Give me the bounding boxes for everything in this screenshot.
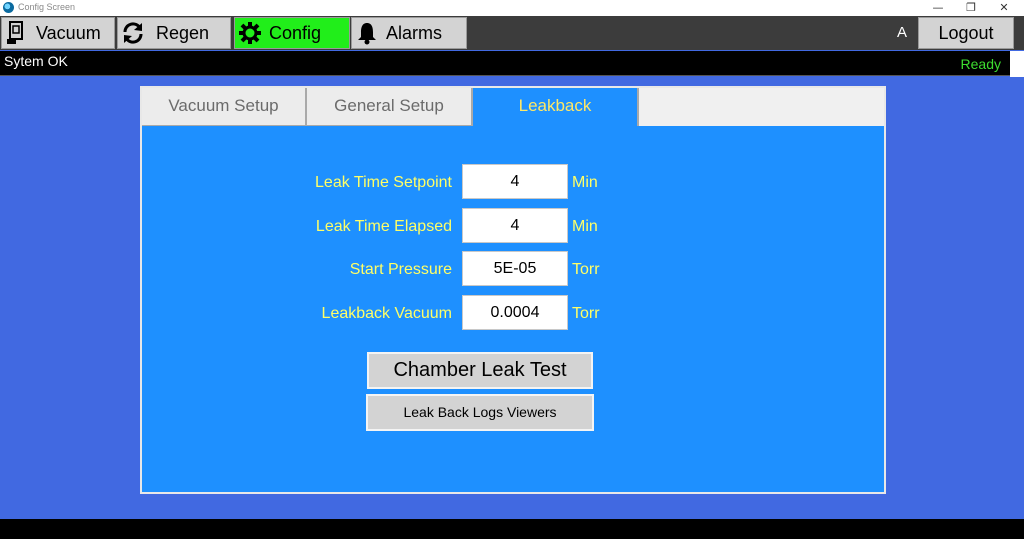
ready-indicator: Ready xyxy=(960,56,1001,72)
config-tabs: Vacuum Setup General Setup Leakback xyxy=(142,88,884,126)
system-status-text: Sytem OK xyxy=(4,53,68,69)
start-pressure-value: 5E-05 xyxy=(462,251,568,286)
leak-time-elapsed-value: 4 xyxy=(462,208,568,243)
leakback-vacuum-unit: Torr xyxy=(572,305,600,322)
window-title: Config Screen xyxy=(18,2,76,12)
leak-time-elapsed-label: Leak Time Elapsed xyxy=(315,218,452,235)
nav-vacuum-label: Vacuum xyxy=(36,22,101,43)
tab-general-setup[interactable]: General Setup xyxy=(307,88,473,126)
start-pressure-unit: Torr xyxy=(572,261,600,278)
chamber-leak-test-button[interactable]: Chamber Leak Test xyxy=(367,352,593,389)
leakback-vacuum-label: Leakback Vacuum xyxy=(321,305,452,322)
logout-button[interactable]: Logout xyxy=(918,17,1014,49)
app-icon xyxy=(3,2,14,13)
nav-regen-label: Regen xyxy=(156,22,210,43)
tab-vacuum-setup[interactable]: Vacuum Setup xyxy=(142,88,307,126)
window-titlebar: Config Screen — ❐ ✕ xyxy=(0,0,1024,16)
status-side-strip xyxy=(1010,51,1024,77)
leak-time-elapsed-unit: Min xyxy=(572,218,598,235)
leak-time-setpoint-input[interactable]: 4 xyxy=(462,164,568,199)
nav-config-label: Config xyxy=(269,22,322,43)
user-label: A xyxy=(897,24,908,41)
refresh-icon xyxy=(120,20,146,46)
nav-regen-button[interactable]: Regen xyxy=(117,17,231,49)
tab-leakback[interactable]: Leakback xyxy=(473,88,639,126)
leakback-vacuum-value: 0.0004 xyxy=(462,295,568,330)
status-bar: Sytem OK Ready xyxy=(0,51,1010,76)
config-panel: Vacuum Setup General Setup Leakback Leak… xyxy=(140,86,886,494)
bottom-bar xyxy=(0,519,1024,539)
leak-time-setpoint-unit: Min xyxy=(572,174,598,191)
leak-time-setpoint-label: Leak Time Setpoint xyxy=(315,174,452,191)
close-button[interactable]: ✕ xyxy=(986,0,1022,16)
bell-icon xyxy=(354,20,380,46)
gear-icon xyxy=(237,20,263,46)
nav-config-button[interactable]: Config xyxy=(234,17,350,49)
nav-alarms-label: Alarms xyxy=(386,22,443,43)
main-toolbar: Vacuum Regen Config Alarms A Logout xyxy=(0,16,1024,50)
leak-back-logs-viewer-button[interactable]: Leak Back Logs Viewers xyxy=(366,394,594,431)
nav-vacuum-button[interactable]: Vacuum xyxy=(1,17,115,49)
nav-alarms-button[interactable]: Alarms xyxy=(351,17,467,49)
minimize-button[interactable]: — xyxy=(920,0,956,16)
restore-button[interactable]: ❐ xyxy=(953,0,989,16)
start-pressure-label: Start Pressure xyxy=(349,261,452,278)
gauge-icon xyxy=(4,20,30,46)
